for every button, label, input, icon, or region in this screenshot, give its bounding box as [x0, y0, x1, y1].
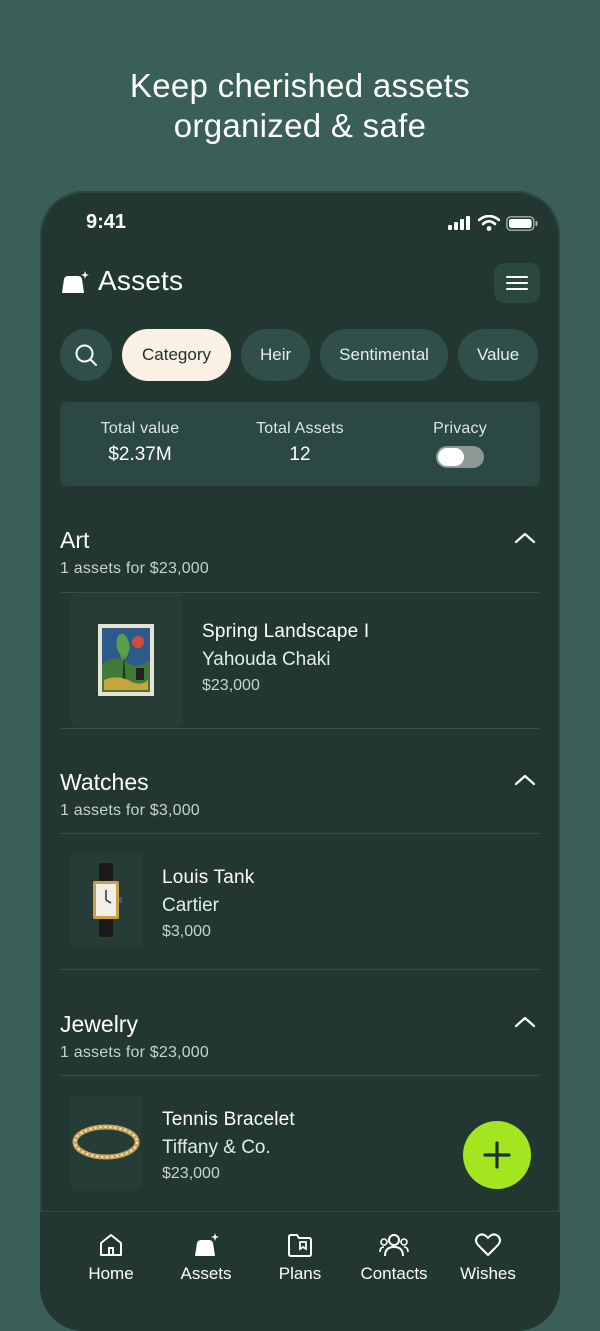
- asset-maker: Tiffany & Co.: [162, 1137, 271, 1158]
- assets-icon: [195, 1233, 219, 1256]
- status-time: 9:41: [86, 211, 127, 233]
- total-value-stat: Total value $2.37M: [92, 420, 188, 466]
- asset-info: Louis Tank Cartier $3,000: [162, 867, 255, 941]
- signal-icon: [448, 216, 470, 230]
- plans-icon: [288, 1234, 312, 1257]
- total-assets-stat: Total Assets 12: [240, 420, 360, 466]
- section-subtitle: 1 assets for $23,000: [60, 560, 209, 577]
- tab-home[interactable]: Home: [63, 1228, 159, 1284]
- add-asset-button[interactable]: [463, 1121, 531, 1189]
- asset-thumbnail: [70, 593, 182, 727]
- asset-info: Tennis Bracelet Tiffany & Co. $23,000: [162, 1109, 295, 1183]
- search-button[interactable]: [60, 329, 112, 381]
- section-art: Art 1 assets for $23,000: [60, 527, 540, 578]
- bracelet-image: [72, 1124, 140, 1160]
- section-subtitle: 1 assets for $23,000: [60, 1044, 209, 1061]
- tab-label: Wishes: [460, 1264, 516, 1283]
- summary-card: Total value $2.37M Total Assets 12 Priva…: [60, 402, 540, 486]
- section-title: Art: [60, 527, 90, 553]
- bottom-tab-bar: Home Assets Plans Contacts Wishes: [40, 1211, 560, 1331]
- divider: [60, 728, 540, 729]
- divider: [60, 833, 540, 834]
- hamburger-icon: [506, 276, 528, 290]
- asset-thumbnail: [70, 1095, 142, 1189]
- asset-name: Louis Tank: [162, 867, 255, 888]
- tab-label: Plans: [278, 1264, 322, 1283]
- headline-line-1: Keep cherished assets: [129, 67, 471, 104]
- tab-label: Contacts: [360, 1264, 428, 1283]
- tab-label: Assets: [180, 1264, 232, 1283]
- asset-maker: Yahouda Chaki: [202, 649, 331, 670]
- filter-chip-category[interactable]: Category: [122, 329, 231, 381]
- asset-price: $3,000: [162, 923, 211, 940]
- asset-name: Spring Landscape I: [202, 621, 370, 642]
- tab-assets[interactable]: Assets: [158, 1228, 254, 1284]
- section-jewelry: Jewelry 1 assets for $23,000: [60, 1011, 540, 1062]
- page-title: Assets: [98, 265, 184, 296]
- chevron-up-icon[interactable]: [514, 531, 536, 545]
- wifi-icon: [478, 215, 500, 231]
- contacts-icon: [379, 1234, 409, 1257]
- privacy-toggle[interactable]: [436, 446, 484, 468]
- asset-price: $23,000: [162, 1165, 220, 1182]
- tab-label: Home: [88, 1264, 134, 1283]
- privacy-stat: Privacy: [420, 420, 500, 468]
- section-title: Watches: [60, 769, 149, 795]
- heart-icon: [475, 1233, 501, 1256]
- asset-maker: Cartier: [162, 895, 220, 916]
- battery-icon: [506, 215, 538, 231]
- filter-chip-value[interactable]: Value: [457, 329, 539, 381]
- section-watches: Watches 1 assets for $3,000: [60, 769, 540, 820]
- privacy-label: Privacy: [433, 420, 487, 437]
- divider: [60, 969, 540, 970]
- asset-info: Spring Landscape I Yahouda Chaki $23,000: [202, 621, 369, 695]
- filter-bar: Category Heir Sentimental Value: [60, 329, 539, 383]
- menu-button[interactable]: [494, 263, 540, 303]
- asset-item[interactable]: Spring Landscape I Yahouda Chaki $23,000: [60, 593, 540, 727]
- tab-wishes[interactable]: Wishes: [440, 1228, 536, 1284]
- total-value-label: Total value: [100, 420, 180, 437]
- painting-image: [98, 624, 154, 696]
- filter-chip-heir[interactable]: Heir: [240, 329, 311, 381]
- tab-plans[interactable]: Plans: [252, 1228, 348, 1284]
- tab-contacts[interactable]: Contacts: [346, 1228, 442, 1284]
- headline-line-2: organized & safe: [173, 107, 427, 144]
- chevron-up-icon[interactable]: [514, 1015, 536, 1029]
- app-header: Assets: [60, 263, 540, 307]
- phone-frame: 9:41 Assets Category Heir Sentimental Va…: [40, 191, 560, 1331]
- asset-price: $23,000: [202, 677, 260, 694]
- filter-chip-sentimental[interactable]: Sentimental: [320, 329, 448, 381]
- search-icon: [75, 344, 97, 366]
- asset-name: Tennis Bracelet: [162, 1109, 295, 1130]
- assets-logo-icon: [62, 271, 89, 293]
- section-title: Jewelry: [60, 1011, 138, 1037]
- plus-icon: [483, 1141, 511, 1169]
- marketing-headline: Keep cherished assets organized & safe: [0, 66, 600, 146]
- asset-item[interactable]: Louis Tank Cartier $3,000: [60, 839, 540, 973]
- chevron-up-icon[interactable]: [514, 773, 536, 787]
- status-icons: [448, 215, 538, 231]
- total-assets-label: Total Assets: [256, 420, 344, 437]
- section-subtitle: 1 assets for $3,000: [60, 802, 200, 819]
- watch-image: [93, 863, 122, 937]
- home-icon: [100, 1234, 122, 1256]
- asset-thumbnail: [70, 853, 142, 947]
- total-assets-value: 12: [289, 444, 311, 465]
- total-value: $2.37M: [108, 444, 172, 465]
- divider: [60, 1075, 540, 1076]
